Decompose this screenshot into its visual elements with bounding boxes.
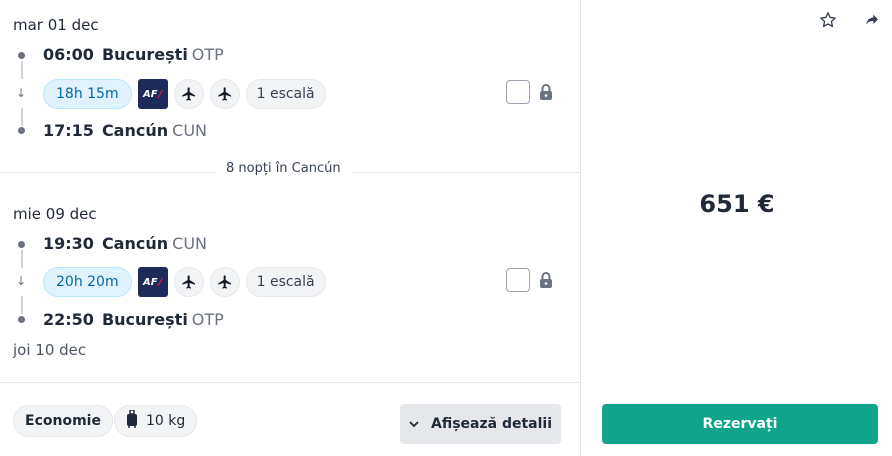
- arrival-airport-code: OTP: [191, 310, 224, 329]
- timeline-line: [21, 108, 23, 126]
- book-button[interactable]: Rezervați: [602, 404, 878, 444]
- outbound-departure: 06:00 București OTP: [43, 45, 224, 64]
- total-price: 651 €: [699, 190, 775, 218]
- air-france-logo: AF /: [137, 267, 168, 297]
- plane-icon: [209, 267, 240, 297]
- lock-icon: [538, 83, 554, 101]
- show-details-label: Afișează detalii: [430, 416, 552, 432]
- show-details-button[interactable]: Afișează detalii: [400, 404, 561, 444]
- outbound-duration-badge: 18h 15m: [43, 79, 132, 109]
- cabin-bag-icon: [126, 409, 138, 432]
- price-panel: 651 € Rezervați: [582, 0, 892, 456]
- arrival-city: Cancún: [101, 121, 169, 140]
- timeline-dot: [18, 316, 25, 323]
- inbound-duration-badge: 20h 20m: [43, 267, 132, 297]
- inbound-departure: 19:30 Cancún CUN: [43, 234, 207, 253]
- arrival-airport-code: CUN: [172, 121, 207, 140]
- plane-icon: [209, 79, 240, 109]
- departure-airport-code: OTP: [191, 45, 224, 64]
- arrival-city: București: [101, 310, 188, 329]
- timeline-line: [21, 296, 23, 314]
- outbound-arrival: 17:15 Cancún CUN: [43, 121, 207, 140]
- star-icon[interactable]: [817, 9, 839, 31]
- itinerary-panel: mar 01 dec ↓ 06:00 București OTP 18h 15m A…: [0, 0, 581, 456]
- inbound-stops-badge: 1 escală: [245, 267, 326, 297]
- arrow-down-icon: ↓: [16, 274, 27, 288]
- outbound-stops-badge: 1 escală: [245, 79, 326, 109]
- plane-icon: [173, 79, 204, 109]
- chevron-down-icon: [409, 416, 419, 432]
- timeline-line: [21, 61, 23, 79]
- nights-stay-label: 8 nopți în Cancún: [216, 161, 351, 176]
- departure-city: București: [101, 45, 188, 64]
- outbound-date: mar 01 dec: [13, 16, 99, 34]
- air-france-logo: AF /: [137, 79, 168, 109]
- baggage-badge: 10 kg: [114, 405, 198, 437]
- share-icon[interactable]: [861, 9, 883, 31]
- inbound-segment-info: 20h 20m AF/ 1 escală: [43, 267, 326, 297]
- outbound-lock-checkbox[interactable]: [506, 80, 530, 104]
- cabin-class-badge: Economie: [13, 405, 113, 437]
- flight-result-card: mar 01 dec ↓ 06:00 București OTP 18h 15m A…: [0, 0, 892, 456]
- inbound-arrival: 22:50 București OTP: [43, 310, 224, 329]
- departure-city: Cancún: [101, 234, 169, 253]
- timeline-dot: [18, 127, 25, 134]
- inbound-lock-checkbox[interactable]: [506, 268, 530, 292]
- baggage-weight: 10 kg: [146, 413, 186, 429]
- outbound-segment-info: 18h 15m AF/ 1 escală: [43, 79, 326, 109]
- departure-airport-code: CUN: [172, 234, 207, 253]
- inbound-arrival-date: joi 10 dec: [13, 341, 87, 359]
- departure-time: 19:30: [43, 234, 94, 253]
- inbound-date: mie 09 dec: [13, 205, 97, 223]
- footer-divider: [0, 382, 581, 383]
- plane-icon: [173, 267, 204, 297]
- arrival-time: 17:15: [43, 121, 94, 140]
- timeline-dot: [18, 52, 25, 59]
- lock-icon: [538, 271, 554, 289]
- arrival-time: 22:50: [43, 310, 94, 329]
- arrow-down-icon: ↓: [16, 86, 27, 100]
- timeline-line: [21, 250, 23, 268]
- departure-time: 06:00: [43, 45, 94, 64]
- timeline-dot: [18, 241, 25, 248]
